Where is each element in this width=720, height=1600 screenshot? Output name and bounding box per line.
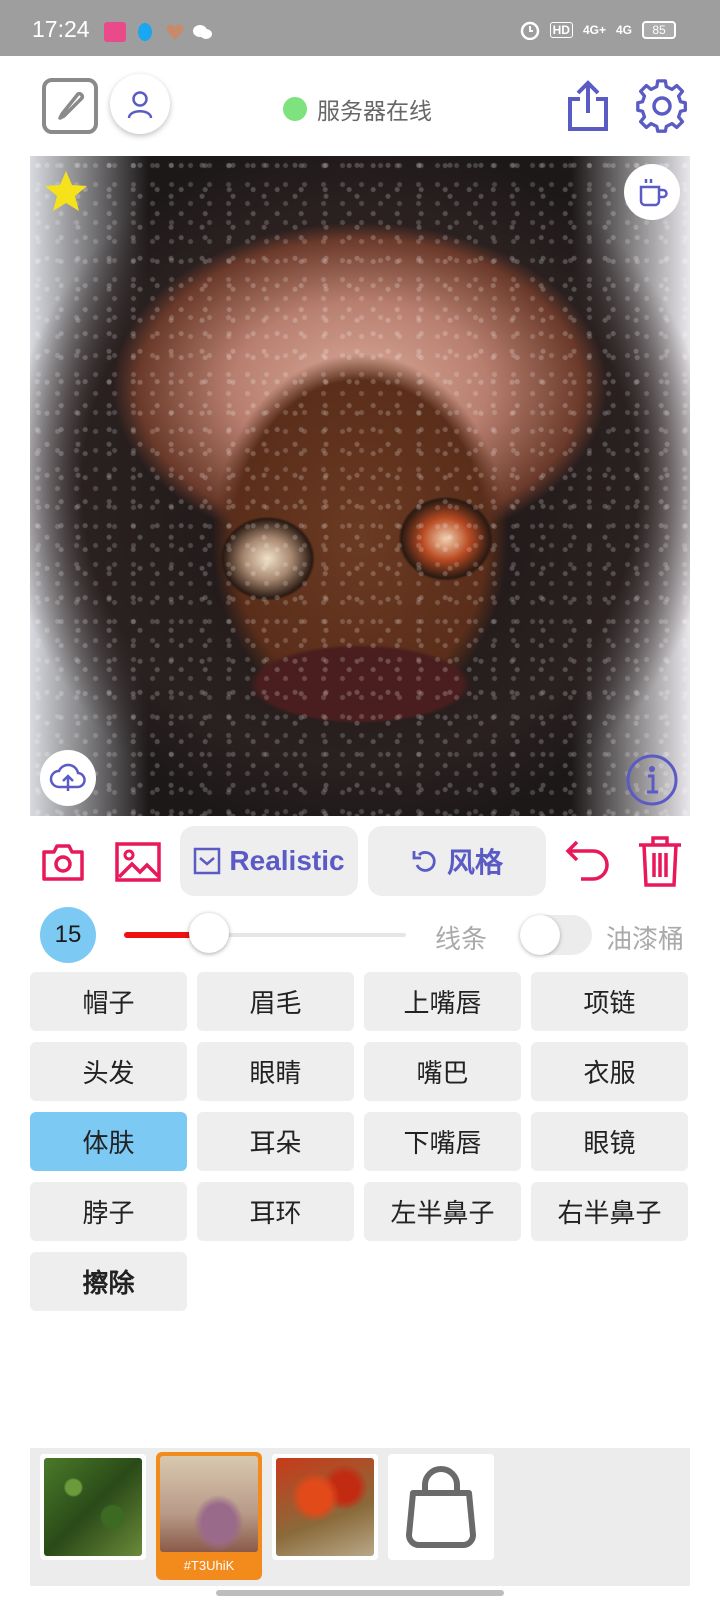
thumb-image <box>160 1456 258 1552</box>
part-button[interactable]: 帽子 <box>30 972 187 1031</box>
history-thumb[interactable] <box>272 1454 378 1560</box>
part-button[interactable]: 右半鼻子 <box>531 1182 688 1241</box>
editor-toolbar: Realistic 风格 <box>0 826 720 896</box>
star-icon[interactable] <box>42 168 90 216</box>
server-status-text: 服务器在线 <box>317 99 432 125</box>
style-label: 风格 <box>446 847 503 878</box>
user-icon <box>127 91 153 119</box>
brush-controls: 15 线条 油漆桶 <box>0 905 720 965</box>
info-icon[interactable] <box>624 752 680 808</box>
pen-edit-icon <box>58 91 85 120</box>
server-status-dot <box>283 97 307 121</box>
battery-icon: 85 <box>642 21 676 39</box>
realistic-toggle[interactable]: Realistic <box>180 826 358 896</box>
camera-icon <box>42 844 84 881</box>
cloud-upload-button[interactable] <box>40 750 96 806</box>
wechat-icon <box>192 22 214 42</box>
shopping-bag-icon <box>406 1466 476 1548</box>
part-button[interactable]: 脖子 <box>30 1182 187 1241</box>
home-indicator[interactable] <box>216 1590 504 1596</box>
app-header: 服务器在线 <box>0 56 720 152</box>
realistic-label: Realistic <box>229 845 345 876</box>
status-time: 17:24 <box>32 16 90 42</box>
part-button[interactable]: 项链 <box>531 972 688 1031</box>
server-status: 服务器在线 <box>283 92 432 126</box>
paint-bucket-label: 油漆桶 <box>606 925 685 955</box>
part-button[interactable]: 眼镜 <box>531 1112 688 1171</box>
history-thumb-selected[interactable]: #T3UhiK <box>156 1452 262 1580</box>
shop-button[interactable] <box>388 1454 494 1560</box>
brush-size-badge[interactable]: 15 <box>40 907 96 963</box>
qq-icon <box>134 22 156 42</box>
trash-icon <box>639 836 681 887</box>
thumb-image <box>44 1458 142 1556</box>
delete-button[interactable] <box>634 832 686 890</box>
checkbox-icon <box>194 847 221 875</box>
part-button[interactable]: 体肤 <box>30 1112 187 1171</box>
status-right: HD 4G+ 4G 85 <box>520 20 676 40</box>
thumb-caption: #T3UhiK <box>183 1558 235 1573</box>
image-icon <box>115 842 161 882</box>
signal-2: 4G <box>615 23 632 37</box>
heart-icon <box>164 22 186 42</box>
slider-thumb[interactable] <box>189 913 229 953</box>
part-button[interactable]: 眼睛 <box>197 1042 354 1101</box>
coffee-button[interactable] <box>624 164 680 220</box>
canvas-texture <box>30 156 690 816</box>
camera-button[interactable] <box>38 840 88 884</box>
part-button[interactable]: 耳环 <box>197 1182 354 1241</box>
app-notification-icon <box>104 22 126 42</box>
paint-bucket-toggle[interactable] <box>520 915 592 955</box>
settings-button[interactable] <box>634 78 690 134</box>
share-button[interactable] <box>562 78 614 134</box>
edit-button[interactable] <box>42 78 98 134</box>
brush-size-slider[interactable] <box>124 913 406 953</box>
undo-button[interactable] <box>562 836 614 888</box>
style-button[interactable]: 风格 <box>368 826 546 896</box>
thumb-image <box>276 1458 374 1556</box>
part-button[interactable]: 上嘴唇 <box>364 972 521 1031</box>
status-bar: 17:24 HD 4G+ 4G 85 <box>0 0 720 56</box>
cloud-upload-icon <box>49 763 86 791</box>
part-button[interactable]: 眉毛 <box>197 972 354 1031</box>
profile-button[interactable] <box>110 74 170 134</box>
part-button[interactable]: 耳朵 <box>197 1112 354 1171</box>
part-button[interactable]: 头发 <box>30 1042 187 1101</box>
alarm-icon <box>520 21 539 40</box>
gear-icon <box>636 79 687 133</box>
rotate-icon <box>412 851 436 872</box>
undo-icon <box>565 840 609 881</box>
coffee-cup-icon <box>639 179 668 207</box>
signal-1: 4G+ <box>582 23 606 37</box>
part-button[interactable]: 下嘴唇 <box>364 1112 521 1171</box>
part-grid: 帽子 眉毛 上嘴唇 项链头发 眼睛 嘴巴 衣服体肤 耳朵 下嘴唇 眼镜脖子 耳环 左半鼻子 右半鼻子擦除 <box>30 972 690 1311</box>
part-button[interactable]: 衣服 <box>531 1042 688 1101</box>
toggle-knob <box>520 915 560 955</box>
part-button[interactable]: 擦除 <box>30 1252 187 1311</box>
gallery-button[interactable] <box>112 838 164 886</box>
part-button[interactable]: 左半鼻子 <box>364 1182 521 1241</box>
hd-badge: HD <box>549 22 573 38</box>
line-mode-label: 线条 <box>435 925 488 955</box>
drawing-canvas[interactable] <box>30 156 690 816</box>
history-strip: #T3UhiK <box>30 1448 690 1586</box>
share-icon <box>568 80 608 131</box>
part-button[interactable]: 嘴巴 <box>364 1042 521 1101</box>
history-thumb[interactable] <box>40 1454 146 1560</box>
